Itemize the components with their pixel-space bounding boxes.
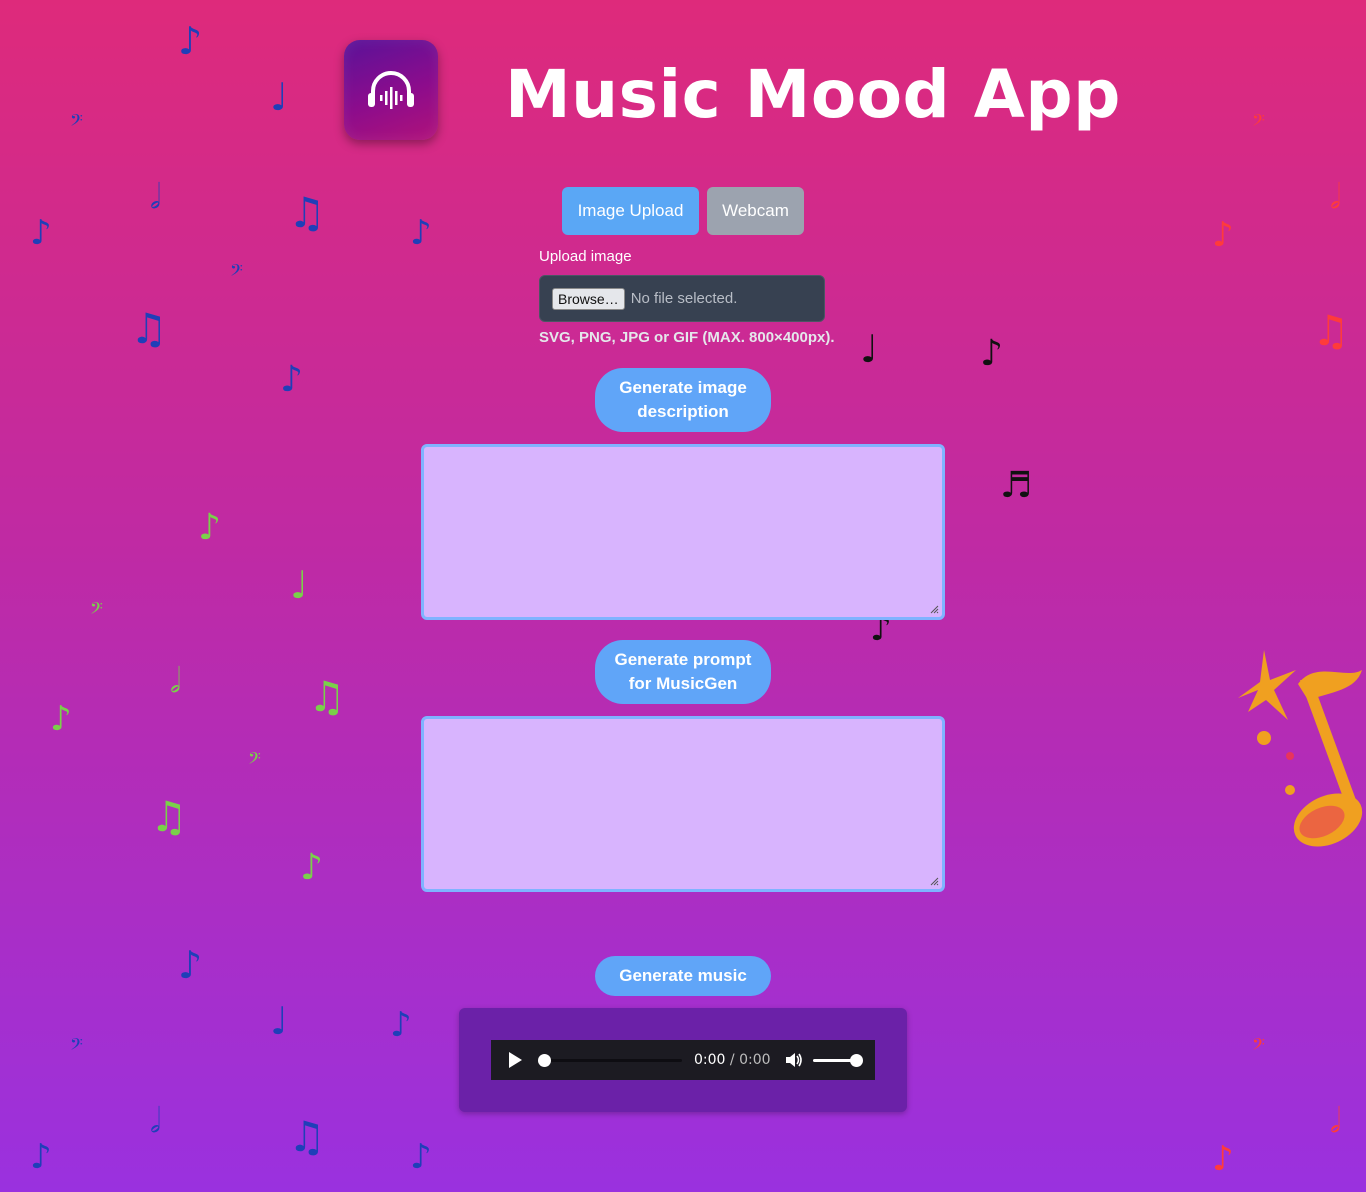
sparkle-music-note-icon — [1238, 650, 1363, 847]
music-note-icon: ♩ — [860, 327, 878, 371]
file-status-text: No file selected. — [630, 290, 738, 307]
music-note-icon: 𝅗𝅥 — [150, 177, 161, 217]
bass-clef-icon: 𝄢 — [248, 748, 261, 772]
audio-player: 0:00 / 0:00 — [491, 1040, 875, 1080]
time-display: 0:00 / 0:00 — [694, 1052, 771, 1068]
tab-image-upload[interactable]: Image Upload — [562, 187, 699, 235]
file-format-hint: SVG, PNG, JPG or GIF (MAX. 800×400px). — [539, 329, 835, 346]
musicgen-prompt-textarea[interactable] — [421, 716, 945, 892]
bass-clef-icon: 𝄢 — [230, 260, 243, 284]
headphones-waveform-icon — [368, 71, 414, 109]
music-note-icon: ♪ — [410, 213, 432, 253]
music-note-icon: ♪ — [280, 359, 303, 400]
volume-slider[interactable] — [812, 1053, 863, 1067]
resize-handle-icon[interactable] — [929, 604, 939, 614]
bass-clef-icon: 𝄢 — [70, 110, 83, 134]
music-note-icon: ♪ — [980, 333, 1003, 374]
music-note-icon: ♫ — [130, 304, 168, 353]
generate-prompt-button[interactable]: Generate prompt for MusicGen — [595, 640, 771, 704]
browse-button[interactable]: Browse… — [552, 287, 625, 310]
bass-clef-icon: 𝄢 — [1252, 1034, 1265, 1058]
bass-clef-icon: 𝄢 — [90, 598, 103, 622]
duration: 0:00 — [739, 1052, 771, 1068]
bass-clef-icon: 𝄢 — [70, 1034, 83, 1058]
music-note-icon: 𝅗𝅥 — [150, 1101, 161, 1141]
music-note-icon: ♫ — [1312, 306, 1350, 355]
volume-icon[interactable] — [785, 1052, 803, 1068]
bass-clef-icon: 𝄢 — [1252, 110, 1265, 134]
music-note-icon: 𝅗𝅥 — [1330, 1101, 1341, 1141]
volume-knob[interactable] — [849, 1053, 863, 1067]
music-note-icon: ♩ — [290, 563, 308, 607]
music-note-icon: ♫ — [288, 1112, 326, 1161]
music-note-icon: 𝅗𝅥 — [1330, 177, 1341, 217]
time-separator: / — [725, 1052, 740, 1068]
image-description-textarea[interactable] — [421, 444, 945, 620]
upload-image-label: Upload image — [539, 248, 632, 265]
music-note-icon: ♩ — [270, 999, 288, 1043]
music-note-icon: ♫ — [308, 672, 346, 721]
music-note-icon: ♪ — [178, 943, 203, 987]
music-note-icon: ♬ — [1000, 465, 1033, 506]
music-note-icon: ♩ — [270, 75, 288, 119]
generate-music-button[interactable]: Generate music — [595, 956, 771, 996]
music-note-icon: ♫ — [150, 792, 188, 841]
generate-image-description-label: Generate image description — [619, 378, 747, 421]
music-note-icon: ♪ — [198, 507, 221, 548]
music-note-icon: 𝅗𝅥 — [170, 661, 181, 701]
app-logo — [344, 40, 438, 140]
generate-image-description-button[interactable]: Generate image description — [595, 368, 771, 432]
music-note-icon: ♪ — [1212, 215, 1234, 255]
generate-prompt-label: Generate prompt for MusicGen — [614, 650, 752, 693]
music-note-icon: ♪ — [410, 1137, 432, 1177]
music-note-icon: ♪ — [30, 1137, 52, 1177]
tab-webcam[interactable]: Webcam — [707, 187, 804, 235]
music-note-icon: ♪ — [30, 213, 52, 253]
music-note-icon: ♪ — [390, 1005, 412, 1045]
music-note-icon: ♫ — [288, 188, 326, 237]
music-note-icon: ♪ — [300, 847, 323, 888]
file-input[interactable]: Browse… No file selected. — [539, 275, 825, 322]
music-note-icon: ♪ — [50, 699, 72, 739]
seek-slider[interactable] — [538, 1053, 682, 1067]
audio-panel: 0:00 / 0:00 — [459, 1008, 907, 1112]
resize-handle-icon[interactable] — [929, 876, 939, 886]
music-note-icon: ♪ — [1212, 1139, 1234, 1179]
page-title: Music Mood App — [505, 56, 1121, 133]
play-icon[interactable] — [509, 1052, 522, 1068]
music-note-icon: ♪ — [178, 19, 203, 63]
current-time: 0:00 — [694, 1052, 726, 1068]
seek-knob[interactable] — [538, 1053, 551, 1067]
